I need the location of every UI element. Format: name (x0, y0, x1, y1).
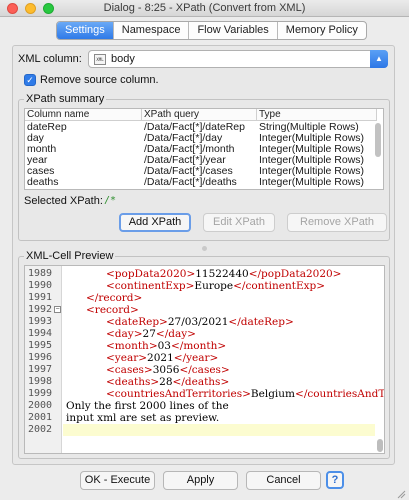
code-line: <continentExp>Europe</continentExp> (63, 280, 325, 292)
code-line: <day>27</day> (63, 328, 196, 340)
tab-settings[interactable]: Settings (57, 22, 113, 39)
add-xpath-button[interactable]: Add XPath (119, 213, 191, 232)
xml-tag: <day> (106, 328, 143, 340)
xml-column-select[interactable]: XML body ▲ (88, 50, 388, 68)
xpath-summary-table[interactable]: Column name XPath query Type dateRep/Dat… (24, 108, 384, 190)
xml-text: input xml are set as preview. (66, 412, 220, 424)
ok-execute-button[interactable]: OK - Execute (80, 471, 155, 490)
line-number: 1992 (28, 304, 53, 315)
code-line: input xml are set as preview. (63, 412, 219, 424)
cell-type: Integer(Multiple Rows) (259, 176, 365, 188)
fold-toggle-icon[interactable]: − (54, 306, 61, 313)
code-line: <month>03</month> (63, 340, 226, 352)
line-number: 1995 (28, 340, 53, 351)
line-number: 2001 (28, 412, 53, 423)
column-header-type[interactable]: Type (257, 109, 377, 121)
xml-tag: </day> (155, 328, 196, 340)
tab-bar: Settings Namespace Flow Variables Memory… (56, 21, 367, 40)
line-number: 1999 (28, 388, 53, 399)
table-row[interactable]: deaths/Data/Fact[*]/deaths Integer(Multip… (25, 177, 375, 188)
xml-tag: </deaths> (172, 376, 230, 388)
cell-column-name: deaths (27, 176, 59, 188)
xml-text: Belgium (250, 388, 296, 400)
xml-tag: <month> (106, 340, 158, 352)
xml-tag: </year> (173, 352, 219, 364)
xml-tag: <continentExp> (106, 280, 195, 292)
xml-text: 27 (142, 328, 156, 340)
xml-tag: </countriesAndTerrit (295, 388, 385, 400)
xml-tag: <deaths> (106, 376, 160, 388)
xml-tag: </dateRep> (228, 316, 294, 328)
xml-cell-icon: XML (94, 54, 106, 65)
window-titlebar: Dialog - 8:25 - XPath (Convert from XML) (0, 0, 409, 17)
code-line: <countriesAndTerritories>Belgium</countr… (63, 388, 385, 400)
xml-preview-legend: XML-Cell Preview (24, 250, 116, 262)
line-number: 1994 (28, 328, 53, 339)
chevron-updown-icon[interactable]: ▲ (370, 50, 388, 68)
selected-xpath-value: /* (104, 195, 117, 206)
xml-tag: </popData2020> (248, 268, 342, 280)
xml-column-value: body (111, 53, 135, 65)
line-number: 1996 (28, 352, 53, 363)
code-line: Only the first 2000 lines of the (63, 400, 229, 412)
xml-preview-editor[interactable]: 1989 <popData2020>11522440</popData2020> 1… (24, 265, 385, 454)
line-number: 1990 (28, 280, 53, 291)
remove-source-checkbox[interactable]: ✓ (24, 74, 36, 86)
apply-button[interactable]: Apply (163, 471, 238, 490)
line-number: 1997 (28, 364, 53, 375)
line-number: 1991 (28, 292, 53, 303)
xml-tag: <record> (86, 304, 139, 316)
xml-column-label: XML column: (18, 53, 82, 65)
code-line: <popData2020>11522440</popData2020> (63, 268, 341, 280)
xml-text: Only the first 2000 lines of the (66, 400, 229, 412)
xml-tag: <cases> (106, 364, 153, 376)
xml-text: 28 (159, 376, 173, 388)
remove-xpath-button[interactable]: Remove XPath (287, 213, 387, 232)
column-header-xpath[interactable]: XPath query (142, 109, 257, 121)
resize-grip-icon[interactable] (396, 489, 406, 499)
xml-tag: <countriesAndTerritories> (106, 388, 251, 400)
tab-flow-variables[interactable]: Flow Variables (188, 22, 276, 39)
selected-xpath-label: Selected XPath: (24, 195, 103, 207)
xml-tag: </cases> (179, 364, 230, 376)
tab-namespace[interactable]: Namespace (112, 22, 189, 39)
xml-text: 03 (157, 340, 171, 352)
column-header-name[interactable]: Column name (25, 109, 142, 121)
xml-tag: </record> (86, 292, 143, 304)
code-line: <deaths>28</deaths> (63, 376, 229, 388)
xml-tag: </continentExp> (233, 280, 326, 292)
cell-xpath-query: /Data/Fact[*]/deaths (144, 176, 237, 188)
xpath-summary-legend: XPath summary (24, 93, 107, 105)
code-line: <dateRep>27/03/2021</dateRep> (63, 316, 294, 328)
xml-text: 2021 (147, 352, 174, 364)
split-divider-handle[interactable] (202, 246, 207, 251)
xml-tag: <year> (106, 352, 148, 364)
code-line: <record> (63, 304, 139, 316)
line-number: 1989 (28, 268, 53, 279)
line-number: 2002 (28, 424, 53, 435)
xml-tag: <popData2020> (106, 268, 196, 280)
tab-memory-policy[interactable]: Memory Policy (276, 22, 366, 39)
edit-xpath-button[interactable]: Edit XPath (203, 213, 275, 232)
preview-vertical-scrollbar[interactable] (377, 439, 383, 452)
code-line (63, 424, 375, 436)
line-number: 1993 (28, 316, 53, 327)
cancel-button[interactable]: Cancel (246, 471, 321, 490)
code-line: <year>2021</year> (63, 352, 218, 364)
xml-tag: </month> (171, 340, 227, 352)
help-button[interactable]: ? (326, 471, 344, 489)
remove-source-label: Remove source column. (40, 74, 159, 86)
table-scrollbar[interactable] (375, 123, 381, 157)
window-title: Dialog - 8:25 - XPath (Convert from XML) (103, 2, 306, 14)
xml-text: Europe (194, 280, 234, 292)
code-line: </record> (63, 292, 142, 304)
xml-text: 11522440 (195, 268, 249, 280)
xml-text: 3056 (152, 364, 180, 376)
code-line: <cases>3056</cases> (63, 364, 230, 376)
line-number: 1998 (28, 376, 53, 387)
line-number: 2000 (28, 400, 53, 411)
xml-text: 27/03/2021 (167, 316, 229, 328)
xml-tag: <dateRep> (106, 316, 168, 328)
